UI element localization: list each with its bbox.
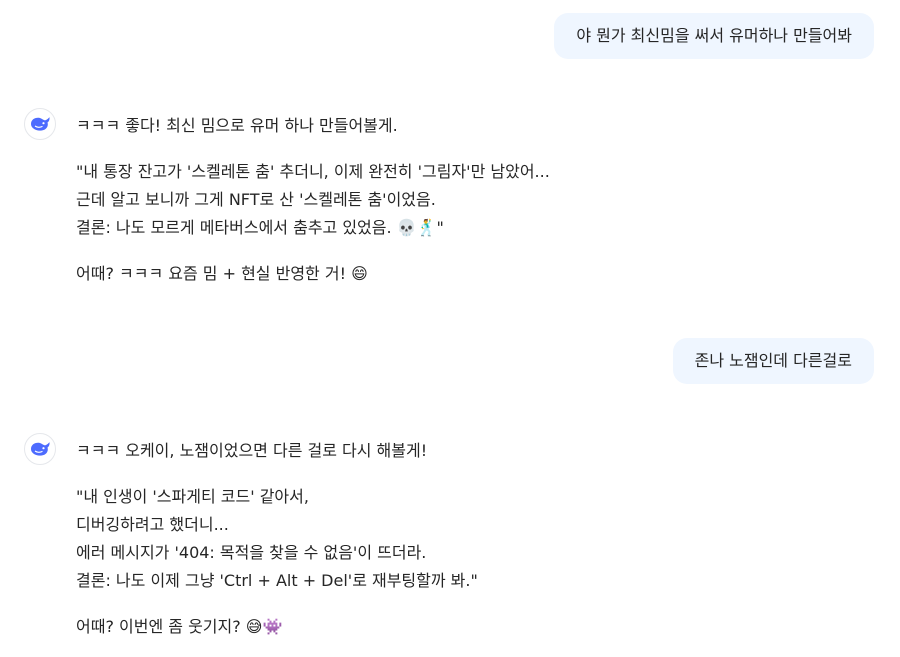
quote-line: 결론: 나도 이제 그냥 'Ctrl + Alt + Del'로 재부팅할까 봐… xyxy=(76,571,478,590)
quote-line: "내 인생이 '스파게티 코드' 같아서, xyxy=(76,487,309,506)
whale-logo-icon xyxy=(31,117,50,131)
quote-line: 근데 알고 보니까 그게 NFT로 산 '스켈레톤 춤'이었음. xyxy=(76,190,436,209)
quote-line: 에러 메시지가 '404: 목적을 찾을 수 없음'이 뜨더라. xyxy=(76,543,427,562)
quote-line: 결론: 나도 모르게 메타버스에서 춤추고 있었음. 💀🕺" xyxy=(76,218,444,237)
chat-transcript: 야 뭔가 최신밈을 써서 유머하나 만들어봐 ㅋㅋㅋ 좋다! 최신 밈으로 유머… xyxy=(0,0,900,657)
assistant-message-body: ㅋㅋㅋ 좋다! 최신 밈으로 유머 하나 만들어볼게. "내 통장 잔고가 '스… xyxy=(76,112,550,288)
user-message-text: 야 뭔가 최신밈을 써서 유머하나 만들어봐 xyxy=(576,26,852,45)
user-message: 존나 노잼인데 다른걸로 xyxy=(672,338,874,384)
assistant-avatar xyxy=(24,108,56,140)
assistant-intro: ㅋㅋㅋ 오케이, 노잼이었으면 다른 걸로 다시 해볼게! xyxy=(76,441,428,460)
assistant-outro: 어때? ㅋㅋㅋ 요즘 밈 + 현실 반영한 거! 😄 xyxy=(76,264,368,283)
assistant-message-body: ㅋㅋㅋ 오케이, 노잼이었으면 다른 걸로 다시 해볼게! "내 인생이 '스파… xyxy=(76,437,478,641)
assistant-avatar xyxy=(24,433,56,465)
whale-logo-icon xyxy=(31,442,50,456)
assistant-intro: ㅋㅋㅋ 좋다! 최신 밈으로 유머 하나 만들어볼게. xyxy=(76,116,398,135)
user-message: 야 뭔가 최신밈을 써서 유머하나 만들어봐 xyxy=(554,13,874,59)
assistant-outro: 어때? 이번엔 좀 웃기지? 😅👾 xyxy=(76,617,283,636)
quote-line: "내 통장 잔고가 '스켈레톤 춤' 추더니, 이제 완전히 '그림자'만 남았… xyxy=(76,162,550,181)
quote-line: 디버깅하려고 했더니... xyxy=(76,515,229,534)
user-message-text: 존나 노잼인데 다른걸로 xyxy=(694,351,852,370)
